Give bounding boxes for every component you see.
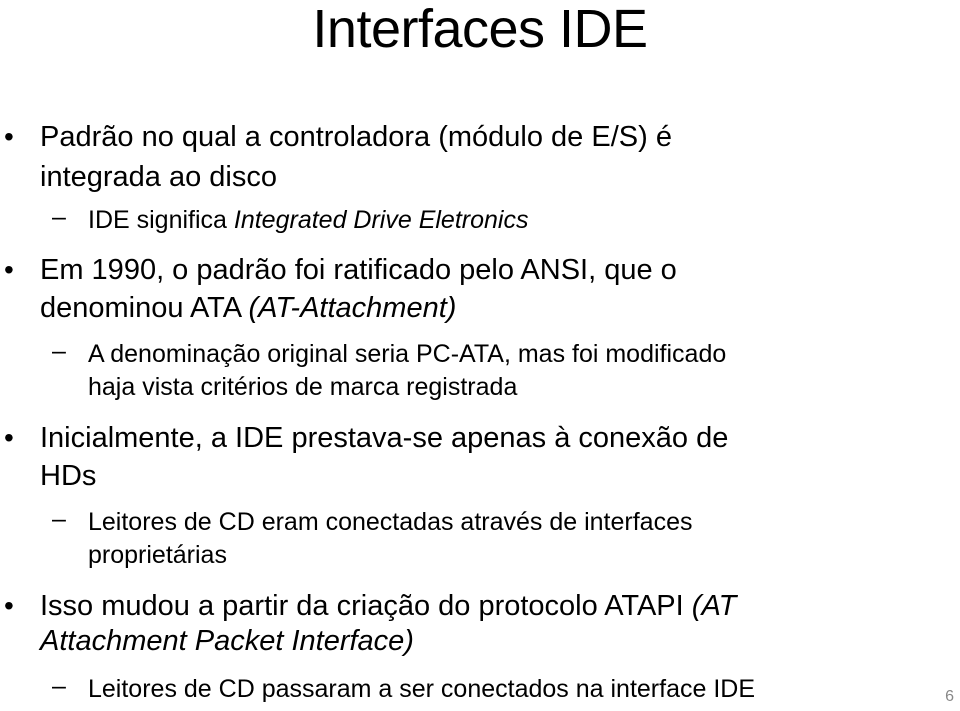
bullet-4-line-2: Attachment Packet Interface) [40, 624, 414, 658]
sub-text: IDE significa [88, 206, 234, 234]
sub-italic-text: Integrated Drive Eletronics [233, 206, 529, 234]
page-number: 6 [945, 688, 954, 705]
bullet-2-sub-1-line-1: A denominação original seria PC-ATA, mas… [88, 340, 727, 368]
bullet-1-line-2: integrada ao disco [40, 161, 277, 193]
dash-icon: – [52, 203, 66, 231]
bullet-3-line-2: HDs [40, 460, 97, 492]
bullet-2-line-1: Em 1990, o padrão foi ratificado pelo AN… [40, 254, 677, 286]
bullet-3-sub-1-line-1: Leitores de CD eram conectadas através d… [88, 508, 693, 536]
dash-icon: – [52, 337, 66, 365]
bullet-icon: • [4, 254, 14, 285]
bullet-1-line-1: Padrão no qual a controladora (módulo de… [40, 120, 952, 154]
bullet-4-line-1: Isso mudou a partir da criação do protoc… [40, 589, 736, 623]
bullet-icon: • [4, 422, 14, 453]
bullet-2-sub-1-line-2: haja vista critérios de marca registrada [88, 373, 518, 401]
bullet-icon: • [4, 590, 14, 621]
bullet-2-italic: (AT-Attachment) [248, 292, 457, 324]
bullet-2-text: denominou ATA [40, 292, 249, 324]
bullet-4-sub-1: Leitores de CD passaram a ser conectados… [88, 675, 756, 703]
bullet-3-line-1: Inicialmente, a IDE prestava-se apenas à… [40, 422, 729, 454]
bullet-3-sub-1-line-2: proprietárias [88, 541, 227, 569]
bullet-icon: • [4, 121, 14, 152]
dash-icon: – [52, 505, 66, 533]
bullet-2-line-2: denominou ATA (AT-Attachment) [40, 291, 456, 325]
bullet-4-text: Isso mudou a partir da criação do protoc… [40, 590, 684, 622]
dash-icon: – [52, 672, 66, 700]
bullet-1-sub-1: IDE significa Integrated Drive Eletronic… [88, 203, 528, 237]
bullet-1-text: Padrão no qual a controladora (módulo de… [40, 121, 672, 153]
slide-title: Interfaces IDE [312, 0, 648, 59]
bullet-4-italic: (AT [691, 590, 737, 622]
bullet-4-italic-2: Attachment Packet Interface) [40, 625, 414, 657]
